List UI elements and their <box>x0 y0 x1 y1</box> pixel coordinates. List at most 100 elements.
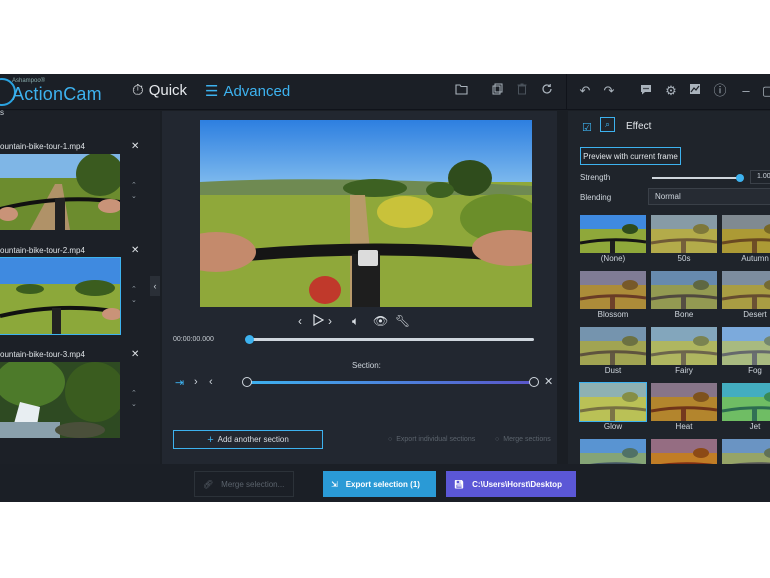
strength-slider[interactable] <box>652 174 744 182</box>
merge-selection-label: Merge selection... <box>221 479 285 489</box>
clip-name: ountain-bike-tour-3.mp4 <box>0 350 85 359</box>
reorder-arrows-icon[interactable]: ⌃ ⌄ <box>131 284 137 306</box>
effect-thumbnail <box>651 215 717 253</box>
effect-thumbnail <box>580 271 646 309</box>
previous-frame-button[interactable]: ‹ <box>298 314 302 328</box>
wrench-icon[interactable]: 🔧︎ <box>395 314 410 328</box>
preview-current-frame-button[interactable]: Preview with current frame <box>580 147 681 165</box>
chart-icon[interactable] <box>686 82 704 100</box>
effect-item[interactable]: Dust <box>580 327 646 375</box>
effect-label: (None) <box>600 254 626 263</box>
mode-quick-button[interactable]: ⏱ Quick <box>132 82 187 99</box>
effect-thumbnail <box>722 271 770 309</box>
merge-sections-checkbox[interactable]: ○ Merge sections <box>495 436 551 443</box>
effect-label: Desert <box>743 310 767 319</box>
export-selection-button[interactable]: ⇲ Export selection (1) <box>323 471 436 497</box>
timeline-knob[interactable] <box>245 335 254 344</box>
effect-thumbnail <box>722 215 770 253</box>
add-section-button[interactable]: + Add another section <box>173 430 323 449</box>
clip-name: ountain-bike-tour-2.mp4 <box>0 246 85 255</box>
feedback-icon[interactable] <box>637 82 655 100</box>
effect-item[interactable]: Desert <box>722 271 770 319</box>
reorder-arrows-icon[interactable]: ⌃ ⌄ <box>131 180 137 202</box>
strength-label: Strength <box>580 173 611 182</box>
output-path-button[interactable]: 💾︎ C:\Users\Horst\Desktop <box>446 471 576 497</box>
close-icon[interactable]: ✕ <box>131 245 139 256</box>
close-icon[interactable]: ✕ <box>131 349 139 360</box>
plus-icon: + <box>207 433 214 446</box>
effect-item[interactable]: Fairy <box>651 327 717 375</box>
effect-item[interactable]: Glow <box>579 382 647 431</box>
folder-icon[interactable] <box>452 82 470 100</box>
play-button[interactable] <box>313 313 325 329</box>
effect-item[interactable]: Blossom <box>580 271 646 319</box>
checkbox-icon: ○ <box>495 436 500 443</box>
blending-select[interactable]: Normal <box>648 188 770 205</box>
eye-icon[interactable]: 👁︎ <box>373 314 388 328</box>
maximize-icon[interactable]: ▢ <box>759 82 770 100</box>
section-end-handle[interactable] <box>529 377 539 387</box>
effect-label: Heat <box>675 422 693 431</box>
sliders-icon: ☰ <box>205 83 219 100</box>
reorder-arrows-icon[interactable]: ⌃ ⌄ <box>131 388 137 410</box>
effect-item[interactable]: Heat <box>651 383 717 431</box>
rotate-icon[interactable] <box>538 82 556 100</box>
merge-selection-button[interactable]: 🔗︎ Merge selection... <box>194 471 294 497</box>
merge-sections-label: Merge sections <box>503 436 551 443</box>
enable-effect-checkbox[interactable]: ☑ <box>582 121 592 134</box>
effect-label: 50s <box>677 254 691 263</box>
copy-icon[interactable] <box>488 82 506 100</box>
section-range-slider[interactable] <box>242 377 539 387</box>
next-frame-button[interactable]: › <box>328 314 332 328</box>
effect-label: Fairy <box>675 366 693 375</box>
effect-item[interactable]: (None) <box>580 215 646 263</box>
redo-icon[interactable]: ↷ <box>600 82 618 100</box>
effect-thumbnail <box>579 382 647 422</box>
stopwatch-icon: ⏱ <box>132 82 144 99</box>
collapse-panel-button[interactable]: ‹ <box>150 276 160 296</box>
checkbox-icon: ○ <box>388 436 393 443</box>
export-selection-label: Export selection (1) <box>345 479 420 489</box>
effect-thumbnail <box>722 327 770 365</box>
next-section-icon[interactable]: › <box>194 376 198 388</box>
export-individual-checkbox[interactable]: ○ Export individual sections <box>388 436 475 443</box>
undo-icon[interactable]: ↶ <box>576 82 594 100</box>
export-icon: ⇲ <box>331 479 338 489</box>
close-icon[interactable]: ✕ <box>131 141 139 152</box>
minimize-icon[interactable]: – <box>737 82 755 100</box>
effect-label: Bone <box>674 310 694 319</box>
output-path-label: C:\Users\Horst\Desktop <box>472 479 562 489</box>
volume-icon[interactable]: 🔈︎ <box>352 314 359 329</box>
mode-quick-label: Quick <box>148 82 188 99</box>
brand-name: ActionCam <box>12 84 102 104</box>
effect-item[interactable]: Bone <box>651 271 717 319</box>
effect-title: Effect <box>626 121 652 132</box>
clip-name: ountain-bike-tour-1.mp4 <box>0 142 85 151</box>
effect-item[interactable]: Fog <box>722 327 770 375</box>
clip-list-panel: s ountain-bike-tour-1.mp4 ✕ ⌃⌄ ountain- <box>0 108 160 464</box>
set-start-icon[interactable]: ⇥ <box>175 376 184 389</box>
info-icon[interactable]: ⓘ <box>711 82 729 100</box>
effect-label: Fog <box>748 366 762 375</box>
clip-thumbnail <box>0 154 120 230</box>
effect-panel: ☑ ⌕ Effect Preview with current frame St… <box>568 111 770 477</box>
export-individual-label: Export individual sections <box>396 436 476 443</box>
section-start-handle[interactable] <box>242 377 252 387</box>
effect-item[interactable]: Jet <box>722 383 770 431</box>
video-preview <box>200 120 532 307</box>
add-section-label: Add another section <box>217 435 289 444</box>
strength-knob[interactable] <box>736 174 744 182</box>
delete-icon[interactable] <box>513 82 531 100</box>
mode-advanced-button[interactable]: ☰ Advanced <box>205 82 290 101</box>
effect-label: Dust <box>604 366 622 375</box>
strength-value[interactable]: 1.00 <box>750 170 770 184</box>
effect-label: Jet <box>749 422 761 431</box>
timeline-slider[interactable] <box>245 335 534 344</box>
app-window: Ashampoo® ActionCam ⏱ Quick ☰ Advanced ↶… <box>0 74 770 502</box>
close-icon[interactable]: ✕ <box>544 375 553 388</box>
effect-item[interactable]: Autumn <box>722 215 770 263</box>
previous-section-icon[interactable]: ‹ <box>209 376 213 388</box>
settings-icon[interactable]: ⚙ <box>662 82 680 100</box>
title-bar: Ashampoo® ActionCam ⏱ Quick ☰ Advanced ↶… <box>0 74 770 110</box>
effect-item[interactable]: 50s <box>651 215 717 263</box>
